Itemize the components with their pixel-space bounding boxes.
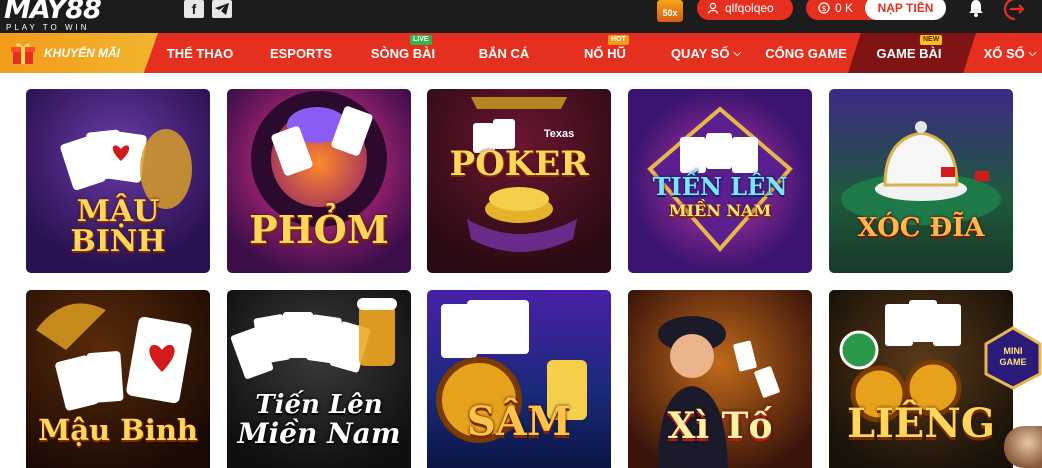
support-avatar[interactable] (1004, 426, 1042, 468)
svg-text:$: $ (821, 4, 826, 13)
nav-item-label: BẮN CÁ (478, 45, 530, 61)
nav-item-label: NỔ HŨ (584, 45, 626, 61)
promo-badge[interactable]: 50x (657, 0, 683, 22)
nav-item-slots[interactable]: HOT NỔ HŨ (582, 33, 629, 73)
game-subtitle: BINH (70, 224, 166, 259)
nav-item-label: XỔ SỐ (983, 45, 1025, 61)
game-title: LIÊNG (846, 400, 996, 447)
live-badge: LIVE (410, 35, 432, 45)
game-subtitle: Texas (543, 128, 575, 140)
game-tile-xoc-dia[interactable]: XÓC ĐĨA (829, 89, 1013, 273)
hot-badge: HOT (608, 35, 629, 45)
logo[interactable]: MAY88 PLAY TO WIN (4, 0, 130, 32)
game-title: MẬU (76, 194, 160, 229)
deposit-button[interactable]: NẠP TIỀN (865, 0, 946, 20)
nav-item-label: QUAY SỐ (670, 45, 730, 61)
game-tile-xi-to[interactable]: Xì Tố (628, 290, 812, 468)
main-nav: KHUYẾN MÃI THỂ THAO ESPORTS LIVE SÒNG BÀ… (0, 33, 1042, 73)
nav-item-label: CỔNG GAME (765, 45, 847, 61)
nav-item-card-games[interactable]: NEW GAME BÀI (876, 33, 943, 73)
nav-item-label: THỂ THAO (166, 45, 234, 61)
game-tile-mau-binh[interactable]: MẬU BINH (26, 89, 210, 273)
game-title: Xì Tố (667, 405, 773, 447)
logo-tagline: PLAY TO WIN (6, 23, 90, 32)
game-tile-tien-len-2[interactable]: Tiến Lên Miền Nam (227, 290, 411, 468)
mini-game-button[interactable]: MINI GAME (984, 326, 1042, 390)
bell-icon[interactable] (966, 0, 986, 18)
nav-item-label: GAME BÀI (876, 45, 942, 61)
nav-item-game-portal[interactable]: CỔNG GAME (765, 33, 847, 73)
chevron-down-icon: ⌵ (733, 47, 742, 59)
top-bar: MAY88 PLAY TO WIN f 50x qlfqolqeo $ 0 K … (0, 0, 1042, 33)
nav-item-lottery[interactable]: XỔ SỐ ⌵ (982, 33, 1038, 73)
nav-item-promotions[interactable]: KHUYẾN MÃI (0, 33, 158, 73)
game-title: PHỎM (249, 207, 389, 252)
logo-text: MAY88 (4, 0, 102, 25)
new-badge: NEW (920, 35, 943, 45)
nav-item-lottery-draw[interactable]: QUAY SỐ ⌵ (668, 33, 744, 73)
game-subtitle: Miền Nam (237, 417, 401, 450)
game-title: XÓC ĐĨA (857, 213, 985, 243)
mini-game-label: MINI GAME (999, 346, 1027, 367)
user-account-button[interactable]: qlfqolqeo (697, 0, 793, 20)
username: qlfqolqeo (725, 1, 774, 15)
game-tile-phom[interactable]: PHỎM (227, 89, 411, 273)
game-title: Tiến Lên (255, 390, 383, 420)
telegram-icon[interactable] (212, 0, 232, 18)
game-tile-sam[interactable]: SÂM (427, 290, 611, 468)
game-tile-mau-binh-2[interactable]: Mậu Binh (26, 290, 210, 468)
bowl-illustration (841, 121, 1001, 225)
game-title: SÂM (466, 398, 572, 445)
nav-item-sports[interactable]: THỂ THAO (166, 33, 234, 73)
nav-promo-label: KHUYẾN MÃI (44, 46, 121, 60)
gift-icon (10, 41, 36, 65)
game-tile-tien-len[interactable]: TIẾN LÊN MIỀN NAM (628, 89, 812, 273)
balance-value: 0 K (835, 1, 854, 15)
nav-item-casino[interactable]: LIVE SÒNG BÀI (370, 33, 436, 73)
nav-item-label: SÒNG BÀI (370, 45, 436, 61)
logout-icon[interactable] (1000, 0, 1026, 22)
game-tile-poker[interactable]: Texas POKER (427, 89, 611, 273)
coin-icon: $ (818, 2, 830, 14)
game-title: TIẾN LÊN (652, 172, 788, 201)
chevron-down-icon: ⌵ (1028, 47, 1037, 59)
user-icon (707, 2, 719, 14)
game-subtitle: MIỀN NAM (668, 201, 772, 220)
game-title: Mậu Binh (38, 413, 198, 447)
game-title: POKER (449, 144, 589, 184)
nav-item-esports[interactable]: ESPORTS (270, 33, 332, 73)
nav-item-label: ESPORTS (269, 45, 333, 61)
nav-item-fishing[interactable]: BẮN CÁ (478, 33, 530, 73)
facebook-icon[interactable]: f (184, 0, 204, 18)
